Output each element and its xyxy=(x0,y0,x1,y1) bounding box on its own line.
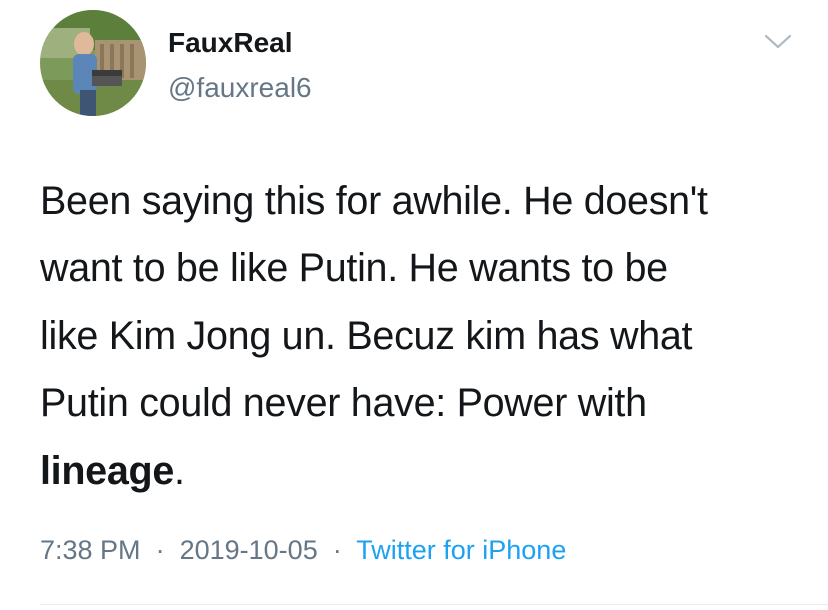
tweet-card: FauxReal @fauxreal6 Been saying this for… xyxy=(0,0,828,610)
author-display-name[interactable]: FauxReal xyxy=(168,27,293,59)
author-handle[interactable]: @fauxreal6 xyxy=(168,72,312,104)
avatar[interactable] xyxy=(40,10,146,116)
tweet-text: Been saying this for awhile. He doesn't … xyxy=(40,168,810,505)
chevron-down-icon[interactable] xyxy=(762,30,794,54)
avatar-photo xyxy=(40,10,146,116)
meta-separator: · xyxy=(148,535,173,565)
tweet-time[interactable]: 7:38 PM xyxy=(40,535,141,565)
divider xyxy=(40,604,828,605)
tweet-date[interactable]: 2019-10-05 xyxy=(180,535,318,565)
tweet-meta: 7:38 PM · 2019-10-05 · Twitter for iPhon… xyxy=(40,535,566,566)
tweet-text-line: Putin could never have: Power with xyxy=(40,381,647,426)
tweet-text-line: like Kim Jong un. Becuz kim has what xyxy=(40,313,693,358)
tweet-text-last-line: lineage. xyxy=(40,438,810,505)
tweet-text-line: Been saying this for awhile. He doesn't xyxy=(40,179,708,223)
tweet-source-link[interactable]: Twitter for iPhone xyxy=(356,535,566,565)
tweet-text-tail: . xyxy=(174,448,185,493)
meta-separator: · xyxy=(325,535,350,565)
tweet-text-line: want to be like Putin. He wants to be xyxy=(40,246,668,291)
bold-word: lineage xyxy=(40,448,175,493)
